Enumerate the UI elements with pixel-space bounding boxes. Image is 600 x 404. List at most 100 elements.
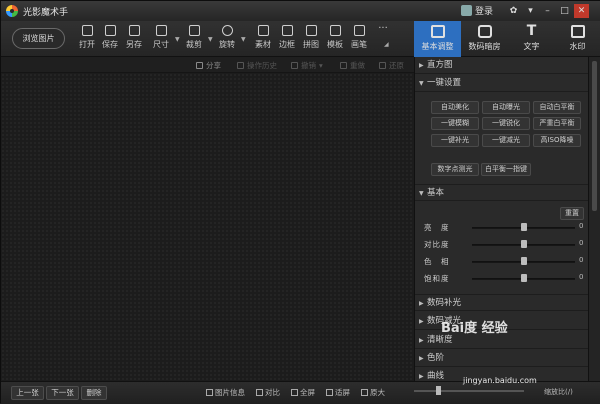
template-icon <box>329 25 341 36</box>
compare-button[interactable]: 对比 <box>256 387 280 398</box>
section-oneclick[interactable]: ▼ 一键设置 <box>415 75 588 92</box>
more-dropdown-icon[interactable]: ◢ <box>384 41 389 48</box>
hue-label: 色 相 <box>424 257 450 266</box>
saturation-slider-knob[interactable] <box>521 274 527 282</box>
tab-text[interactable]: T 文字 <box>508 21 555 57</box>
saturation-value: 0 <box>579 273 584 281</box>
high-iso-denoise-button[interactable]: 高ISO降噪 <box>533 134 581 147</box>
redo-button[interactable]: 重做 <box>340 60 365 71</box>
tab-basic-adjust[interactable]: 基本调整 <box>414 21 461 57</box>
save-icon <box>104 25 116 36</box>
one-click-reduce-light-button[interactable]: 一键减光 <box>482 134 530 147</box>
next-image-button[interactable]: 下一张 <box>46 386 79 400</box>
collage-icon <box>305 25 317 36</box>
history-button[interactable]: 操作历史 <box>237 60 277 71</box>
reset-button[interactable]: 重置 <box>560 207 584 220</box>
save-button[interactable]: 保存 <box>97 25 123 50</box>
original-size-button[interactable]: 原大 <box>361 387 385 398</box>
more-button[interactable]: ··· <box>370 23 396 34</box>
material-icon <box>257 25 269 36</box>
resize-icon <box>155 25 167 36</box>
expand-arrow-icon: ▶ <box>419 337 424 344</box>
material-button[interactable]: 素材 <box>250 25 276 50</box>
contrast-slider-knob[interactable] <box>521 240 527 248</box>
open-icon <box>81 25 93 36</box>
menu-icon[interactable]: ▾ <box>523 4 538 18</box>
window-controls: ✿ ▾ – □ ✕ <box>506 4 589 18</box>
section-basic[interactable]: ▼ 基本 <box>415 184 588 201</box>
original-size-icon <box>361 389 368 396</box>
panel-scrollbar[interactable] <box>588 57 600 381</box>
save-as-button[interactable]: 另存 <box>121 25 147 50</box>
collapse-arrow-icon: ▼ <box>419 80 424 87</box>
section-histogram[interactable]: ▶ 直方图 <box>415 57 588 74</box>
scrollbar-thumb[interactable] <box>592 61 597 211</box>
size-dropdown-icon[interactable]: ▼ <box>175 36 180 43</box>
browse-images-button[interactable]: 浏览图片 <box>12 28 65 49</box>
share-icon <box>196 62 203 69</box>
camera-icon <box>477 25 492 38</box>
fullscreen-button[interactable]: 全屏 <box>291 387 315 398</box>
brightness-slider-knob[interactable] <box>521 223 527 231</box>
skin-icon[interactable]: ✿ <box>506 4 521 18</box>
adjust-icon <box>430 25 445 38</box>
one-click-sharpen-button[interactable]: 一键锐化 <box>482 117 530 130</box>
brush-button[interactable]: 画笔 <box>346 25 372 50</box>
image-canvas[interactable] <box>1 73 414 381</box>
zoom-slider-knob[interactable] <box>436 386 441 395</box>
prev-image-button[interactable]: 上一张 <box>11 386 44 400</box>
section-digital-fill[interactable]: ▶ 数码补光 <box>415 294 588 311</box>
login-button[interactable]: 登录 <box>461 4 493 17</box>
rotate-icon <box>221 25 233 36</box>
action-bar: 分享 操作历史 撤销 ▾ 重做 还原 <box>1 57 414 73</box>
rotate-dropdown-icon[interactable]: ▼ <box>241 36 246 43</box>
crop-button[interactable]: 裁剪 <box>181 25 207 50</box>
compare-icon <box>256 389 263 396</box>
brush-icon <box>353 25 365 36</box>
rotate-button[interactable]: 旋转 <box>214 25 240 50</box>
auto-beautify-button[interactable]: 自动美化 <box>431 101 479 114</box>
hue-value: 0 <box>579 256 584 264</box>
restore-icon <box>379 62 386 69</box>
expand-arrow-icon: ▶ <box>419 62 424 69</box>
app-window: 光影魔术手 登录 ✿ ▾ – □ ✕ 浏览图片 打开 保存 另存 尺寸 ▼ 裁剪… <box>0 0 600 404</box>
fit-screen-button[interactable]: 适屏 <box>326 387 350 398</box>
border-icon <box>281 25 293 36</box>
close-icon[interactable]: ✕ <box>574 4 589 18</box>
delete-button[interactable]: 删除 <box>81 386 107 400</box>
watermark-icon <box>570 25 585 38</box>
brightness-label: 亮 度 <box>424 223 450 232</box>
template-button[interactable]: 模板 <box>322 25 348 50</box>
contrast-value: 0 <box>579 239 584 247</box>
maximize-icon[interactable]: □ <box>557 4 572 18</box>
zoom-slider[interactable] <box>414 390 524 392</box>
watermark-site: jingyan.baidu.com <box>463 376 537 385</box>
border-button[interactable]: 边框 <box>274 25 300 50</box>
strong-white-balance-button[interactable]: 严重白平衡 <box>533 117 581 130</box>
white-balance-picker-button[interactable]: 白平衡一指键 <box>481 163 531 176</box>
image-info-button[interactable]: 图片信息 <box>206 387 245 398</box>
login-label: 登录 <box>475 7 494 17</box>
share-button[interactable]: 分享 <box>196 60 221 71</box>
one-click-blur-button[interactable]: 一键模糊 <box>431 117 479 130</box>
hue-slider-knob[interactable] <box>521 257 527 265</box>
crop-icon <box>188 25 200 36</box>
fullscreen-icon <box>291 389 298 396</box>
text-icon: T <box>526 23 537 39</box>
one-click-fill-light-button[interactable]: 一键补光 <box>431 134 479 147</box>
auto-exposure-button[interactable]: 自动曝光 <box>482 101 530 114</box>
size-button[interactable]: 尺寸 <box>148 25 174 50</box>
collage-button[interactable]: 拼图 <box>298 25 324 50</box>
app-logo-icon <box>6 5 18 17</box>
minimize-icon[interactable]: – <box>540 4 555 18</box>
tab-watermark[interactable]: 水印 <box>554 21 600 57</box>
spot-metering-button[interactable]: 数字点测光 <box>431 163 479 176</box>
crop-dropdown-icon[interactable]: ▼ <box>208 36 213 43</box>
auto-white-balance-button[interactable]: 自动白平衡 <box>533 101 581 114</box>
section-levels[interactable]: ▶ 色阶 <box>415 350 588 367</box>
save-as-icon <box>128 25 140 36</box>
tab-digital-darkroom[interactable]: 数码暗房 <box>461 21 508 57</box>
collapse-arrow-icon: ▼ <box>419 190 424 197</box>
restore-button[interactable]: 还原 <box>379 60 404 71</box>
undo-button[interactable]: 撤销 ▾ <box>291 60 323 71</box>
